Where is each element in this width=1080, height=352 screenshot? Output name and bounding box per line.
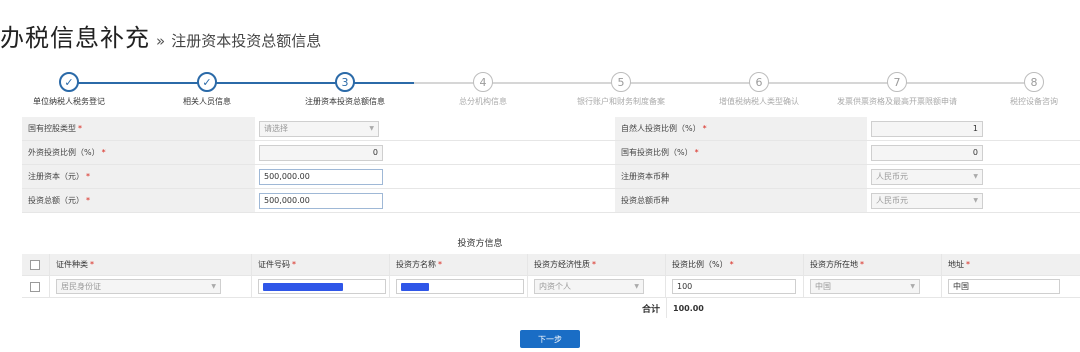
step-label: 总分机构信息 [459,97,507,106]
field-label: 国有控股类型 * [22,117,255,140]
column-header: 地址 * [948,260,970,269]
page-title: 办税信息补充 [0,24,150,52]
step-number: 7 [887,72,907,92]
row-checkbox-cell [22,276,50,297]
check-icon: ✓ [59,72,79,92]
redaction-mask [263,282,343,291]
field-cell: 500,000.00 [255,189,615,212]
step-number: 8 [1024,72,1044,92]
table-cell: 100 [666,276,804,297]
table-header-row: 证件种类 * 证件号码 * 投资方名称 * 投资方经济性质 * 投资比例（%） * 投资方… [22,254,1080,276]
chevron-down-icon: ▼ [211,283,216,290]
column-header: 投资比例（%） * [666,254,804,275]
state-ratio-field[interactable]: 0 [871,144,983,161]
form-row: 外资投资比例（%） * 0 国有投资比例（%） * 0 [22,141,1080,165]
check-icon: ✓ [197,72,217,92]
redaction-mask [401,282,429,291]
table-cell [390,276,528,297]
field-cell: 0 [867,141,1080,164]
address-field[interactable]: 中国 [948,279,1060,294]
step-8: 8 税控设备咨询 [964,72,1080,107]
page-header: 办税信息补充 » 注册资本投资总额信息 [0,18,321,54]
natural-person-ratio-field[interactable]: 1 [871,120,983,137]
page-subtitle: 注册资本投资总额信息 [171,32,322,50]
step-1: ✓ 单位纳税人税务登记 [0,72,139,107]
foreign-ratio-field[interactable]: 0 [259,144,383,161]
field-label: 注册资本币种 [615,165,867,188]
table-cell: 中国 ▼ [804,276,942,297]
field-cell: 请选择 ▼ [255,117,615,140]
row-checkbox[interactable] [30,281,40,292]
field-cell: 1 [867,117,1080,140]
field-label: 投资总额币种 [615,189,867,212]
chevron-down-icon: ▼ [973,173,978,180]
capital-form: 国有控股类型 * 请选择 ▼ 自然人投资比例（%） * 1 外资投资比例（%） * 0 … [22,117,1080,213]
step-label: 相关人员信息 [183,97,231,106]
chevron-down-icon: ▼ [973,197,978,204]
breadcrumb-separator: » [156,32,166,50]
step-number: 6 [749,72,769,92]
chevron-down-icon: ▼ [910,283,915,290]
chevron-down-icon: ▼ [634,283,639,290]
step-6: 6 增值税纳税人类型确认 [689,72,829,107]
total-value: 100.00 [666,298,804,318]
header-checkbox-cell [22,254,50,275]
registered-currency-select[interactable]: 人民币元 ▼ [871,168,983,185]
column-header: 投资方经济性质 * [528,254,666,275]
investor-table: 证件种类 * 证件号码 * 投资方名称 * 投资方经济性质 * 投资比例（%） * 投资方… [22,254,1080,318]
location-select[interactable]: 中国 ▼ [810,279,920,294]
form-row: 注册资本（元） * 500,000.00 注册资本币种 人民币元 ▼ [22,165,1080,189]
column-header: 投资方名称 * [390,254,528,275]
table-row: 居民身份证 ▼ 内资个人 ▼ 100 中国 ▼ 中国 [22,276,1080,298]
step-2: ✓ 相关人员信息 [137,72,277,107]
registered-capital-field[interactable]: 500,000.00 [259,168,383,185]
field-cell: 500,000.00 [255,165,615,188]
id-type-select[interactable]: 居民身份证 ▼ [56,279,221,294]
form-row: 投资总额（元） * 500,000.00 投资总额币种 人民币元 ▼ [22,189,1080,213]
field-label: 投资总额（元） * [22,189,255,212]
step-label: 增值税纳税人类型确认 [719,97,799,106]
field-cell: 0 [255,141,615,164]
investment-ratio-field[interactable]: 100 [672,279,796,294]
field-label: 注册资本（元） * [22,165,255,188]
state-holding-type-select[interactable]: 请选择 ▼ [259,120,379,137]
id-number-field[interactable] [258,279,386,294]
progress-stepper: ✓ 单位纳税人税务登记 ✓ 相关人员信息 3 注册资本投资总额信息 4 总分机构… [0,72,1080,108]
table-cell: 居民身份证 ▼ [50,276,252,297]
step-number: 4 [473,72,493,92]
investor-name-field[interactable] [396,279,524,294]
column-header: 投资方所在地 * [804,254,942,275]
chevron-down-icon: ▼ [369,125,374,132]
step-4: 4 总分机构信息 [413,72,553,107]
field-cell: 人民币元 ▼ [867,189,1080,212]
select-all-checkbox[interactable] [30,259,40,270]
field-cell: 人民币元 ▼ [867,165,1080,188]
step-label: 税控设备咨询 [1010,97,1058,106]
step-label: 发票供票资格及最高开票限额申请 [837,97,957,106]
form-row: 国有控股类型 * 请选择 ▼ 自然人投资比例（%） * 1 [22,117,1080,141]
table-cell [252,276,390,297]
economic-nature-select[interactable]: 内资个人 ▼ [534,279,644,294]
table-cell: 中国 [942,276,1080,297]
investment-currency-select[interactable]: 人民币元 ▼ [871,192,983,209]
column-header: 证件号码 * [252,254,390,275]
field-label: 自然人投资比例（%） * [615,117,867,140]
step-number: 3 [335,72,355,92]
investor-section-title: 投资方信息 [457,239,503,249]
step-number: 5 [611,72,631,92]
field-label: 国有投资比例（%） * [615,141,867,164]
total-row: 合计 100.00 [22,298,1080,318]
table-cell: 内资个人 ▼ [528,276,666,297]
total-label: 合计 [641,304,660,315]
step-label: 银行账户和财务制度备案 [577,97,665,106]
step-label: 注册资本投资总额信息 [305,97,385,106]
step-7: 7 发票供票资格及最高开票限额申请 [827,72,967,107]
step-5: 5 银行账户和财务制度备案 [551,72,691,107]
step-3: 3 注册资本投资总额信息 [275,72,415,107]
next-step-button[interactable]: 下一步 [520,330,580,348]
step-label: 单位纳税人税务登记 [33,97,105,106]
column-header: 证件种类 * [50,254,252,275]
total-investment-field[interactable]: 500,000.00 [259,192,383,209]
field-label: 外资投资比例（%） * [22,141,255,164]
